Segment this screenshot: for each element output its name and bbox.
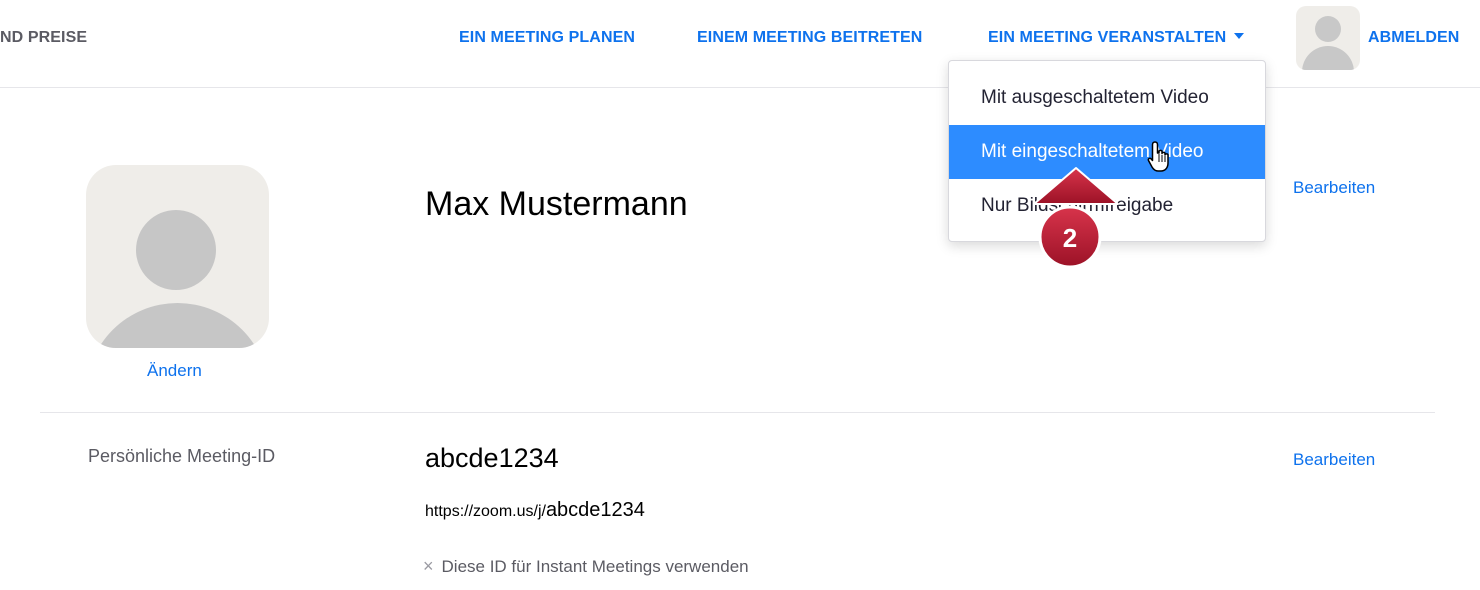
nav-avatar[interactable] [1296,6,1360,70]
hand-cursor-icon [1147,141,1169,172]
meeting-id-label: Persönliche Meeting-ID [88,446,276,466]
instant-meeting-option-label: Diese ID für Instant Meetings verwenden [441,557,749,576]
marker-arrow-icon [1033,167,1119,205]
divider [40,412,1435,413]
avatar-head [136,210,216,290]
nav-plan-meeting-link[interactable]: EIN MEETING PLANEN [459,29,635,47]
profile-name: Max Mustermann [425,185,688,223]
meeting-id-value: abcde1234 [425,443,559,473]
avatar-body [86,303,269,348]
profile-avatar [86,165,269,348]
nav-signout-link[interactable]: ABMELDEN [1368,29,1459,47]
nav-pricing-link[interactable]: ND PREISE [0,29,110,47]
instant-meeting-option: × Diese ID für Instant Meetings verwenden [423,556,749,577]
avatar-head [1315,16,1341,42]
nav-host-label: EIN MEETING VERANSTALTEN [988,29,1227,46]
nav-host-meeting-dropdown[interactable]: EIN MEETING VERANSTALTEN [988,29,1245,47]
edit-profile-link[interactable]: Bearbeiten [1293,178,1375,198]
edit-meeting-id-link[interactable]: Bearbeiten [1293,450,1375,470]
caret-down-icon [1234,33,1245,39]
step-marker: 2 [1033,167,1119,269]
nav-join-meeting-link[interactable]: EINEM MEETING BEITRETEN [697,29,922,47]
avatar-body [1302,46,1354,70]
meeting-url-prefix: https://zoom.us/j/ [425,503,546,520]
menu-item-video-off[interactable]: Mit ausgeschaltetem Video [949,71,1265,125]
x-icon: × [423,556,434,576]
meeting-url-id: abcde1234 [545,499,645,521]
change-avatar-link[interactable]: Ändern [147,361,202,381]
meeting-url: https://zoom.us/j/abcde1234 [425,499,645,522]
step-marker-number: 2 [1063,223,1077,253]
